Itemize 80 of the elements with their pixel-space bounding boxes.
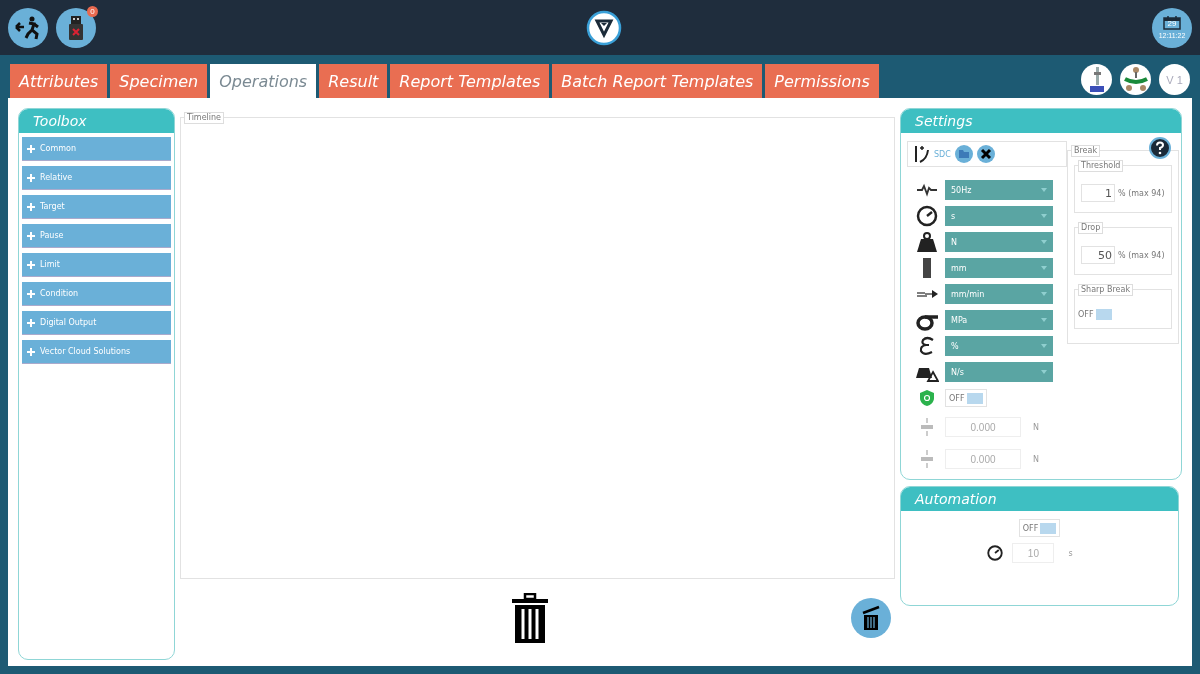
- toolbox-item[interactable]: Target: [22, 195, 171, 218]
- unit-label: N: [1033, 422, 1039, 432]
- panel-title: Settings: [901, 109, 1181, 133]
- tab[interactable]: Specimen: [110, 64, 208, 98]
- toolbox-item[interactable]: Condition: [22, 282, 171, 305]
- timeline-label: Timeline: [184, 112, 224, 124]
- logo-icon: [586, 9, 622, 46]
- version-button[interactable]: V 1: [1159, 64, 1190, 95]
- tab[interactable]: Result: [319, 64, 388, 98]
- tab[interactable]: Permissions: [765, 64, 879, 98]
- unit-label: s: [1068, 548, 1073, 558]
- caret-icon: [1041, 214, 1047, 218]
- plus-icon: [27, 231, 35, 240]
- tab[interactable]: Operations: [210, 64, 317, 98]
- unit-dropdown[interactable]: N/s: [945, 362, 1053, 382]
- unit-dropdown[interactable]: MPa: [945, 310, 1053, 330]
- plus-icon: [27, 347, 35, 356]
- test-machine-icon: [1087, 65, 1106, 94]
- calendar-icon: [1163, 15, 1181, 30]
- toolbox-item[interactable]: Pause: [22, 224, 171, 247]
- plus-icon: [27, 289, 35, 298]
- plus-icon: [27, 173, 35, 182]
- toolbox-item[interactable]: Limit: [22, 253, 171, 276]
- plus-icon: [27, 202, 35, 211]
- caret-icon: [1041, 188, 1047, 192]
- caret-icon: [1041, 318, 1047, 322]
- toolbox-item[interactable]: Common: [22, 137, 171, 160]
- unit-dropdown[interactable]: 50Hz: [945, 180, 1053, 200]
- bending-fixture-icon: [1122, 65, 1149, 94]
- sensor-field[interactable]: SDC: [907, 141, 1067, 167]
- tab[interactable]: Report Templates: [390, 64, 550, 98]
- tab[interactable]: Attributes: [10, 64, 108, 98]
- usb-drive-icon: [68, 14, 84, 41]
- suffix-label: % (max 94): [1118, 250, 1165, 260]
- sensor-icon: [914, 145, 930, 163]
- date-text: 29: [1167, 18, 1177, 29]
- toolbox-item[interactable]: Digital Output: [22, 311, 171, 334]
- group-label: Drop: [1078, 222, 1104, 234]
- trash-icon: [861, 604, 881, 631]
- caret-icon: [1041, 292, 1047, 296]
- plus-icon: [27, 260, 35, 269]
- caret-icon: [1041, 266, 1047, 270]
- threshold-input[interactable]: 1: [1081, 184, 1115, 202]
- panel-title: Toolbox: [19, 109, 174, 133]
- close-icon[interactable]: [976, 145, 995, 163]
- unit-dropdown[interactable]: mm: [945, 258, 1053, 278]
- machine-button[interactable]: [1081, 64, 1112, 95]
- toolbox-item[interactable]: Vector Cloud Solutions: [22, 340, 171, 363]
- toggle-switch[interactable]: OFF: [1018, 519, 1061, 537]
- toolbox-item[interactable]: Relative: [22, 166, 171, 189]
- caret-icon: [1041, 370, 1047, 374]
- plus-icon: [27, 318, 35, 327]
- weight-icon: [915, 230, 939, 254]
- unit-dropdown[interactable]: mm/min: [945, 284, 1053, 304]
- drop-input[interactable]: 50: [1081, 246, 1115, 264]
- tab[interactable]: Batch Report Templates: [552, 64, 763, 98]
- caret-icon: [1041, 240, 1047, 244]
- usb-drive-button[interactable]: 0: [56, 7, 96, 48]
- trash-icon[interactable]: [512, 592, 548, 643]
- help-icon[interactable]: [1148, 137, 1171, 159]
- toggle-switch[interactable]: OFF: [945, 389, 987, 407]
- notification-badge: 0: [87, 5, 98, 17]
- folder-icon[interactable]: [954, 145, 973, 163]
- unit-dropdown[interactable]: s: [945, 206, 1053, 226]
- clear-all-button[interactable]: [851, 597, 891, 638]
- unit-label: N: [1033, 454, 1039, 464]
- running-man-exit-icon: [15, 15, 41, 40]
- exit-button[interactable]: [8, 7, 48, 48]
- caret-icon: [1041, 344, 1047, 348]
- plus-icon: [27, 144, 35, 153]
- fixture-button[interactable]: [1120, 64, 1151, 95]
- group-label: Threshold: [1078, 160, 1124, 172]
- panel-title: Automation: [901, 487, 1178, 511]
- clock-icon: [986, 544, 1005, 562]
- unit-dropdown[interactable]: N: [945, 232, 1053, 252]
- group-label: Break: [1071, 145, 1101, 157]
- group-label: Sharp Break: [1078, 284, 1134, 296]
- suffix-label: % (max 94): [1118, 188, 1165, 198]
- unit-dropdown[interactable]: %: [945, 336, 1053, 356]
- clock-icon: [915, 204, 939, 228]
